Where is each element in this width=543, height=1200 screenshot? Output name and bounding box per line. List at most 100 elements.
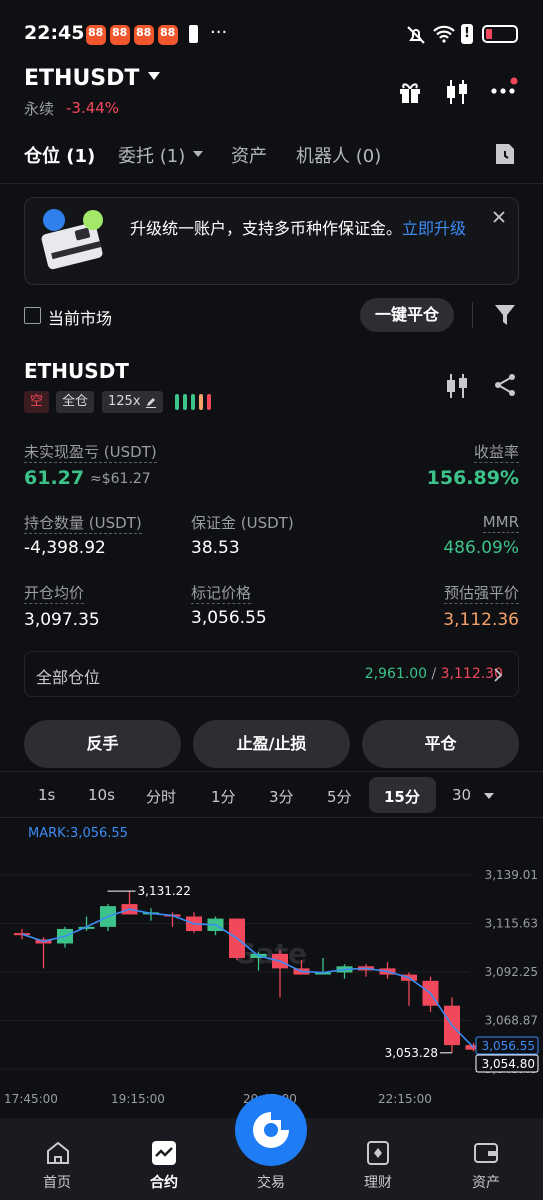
margin-label: 保证金 (USDT) — [191, 514, 294, 532]
entry-price-value: 3,097.35 — [24, 610, 100, 630]
edit-icon[interactable] — [145, 396, 157, 408]
margin-value: 38.53 — [191, 538, 240, 558]
candlestick-icon[interactable] — [444, 78, 470, 106]
more-menu-icon[interactable] — [490, 76, 520, 104]
mute-icon — [407, 26, 425, 44]
earn-icon[interactable] — [366, 1140, 390, 1166]
position-size-value: -4,398.92 — [24, 538, 106, 558]
nav-earn[interactable]: 理财 — [348, 1172, 408, 1192]
tpsl-button[interactable]: 止盈/止损 — [193, 720, 350, 768]
close-position-button[interactable]: 平仓 — [362, 720, 519, 768]
futures-icon[interactable] — [152, 1141, 176, 1165]
mmr-label: MMR — [482, 513, 519, 533]
chart-icon[interactable] — [444, 372, 470, 400]
divider — [0, 183, 543, 184]
x-tick-label: 22:15:00 — [378, 1092, 432, 1106]
candlestick-chart[interactable]: 3,139.013,115.633,092.253,068.873,045.49… — [0, 845, 543, 1115]
entry-price-label: 开仓均价 — [24, 584, 85, 604]
trade-icon — [253, 1112, 289, 1148]
side-badge: 空 — [24, 391, 50, 413]
unrealized-pnl-usd: ≈$61.27 — [90, 471, 151, 487]
chevron-right-icon[interactable] — [494, 668, 502, 682]
current-market-checkbox[interactable] — [24, 307, 41, 324]
mmr-value: 486.09% — [443, 538, 519, 558]
divider — [0, 771, 543, 772]
roe-label: 收益率 — [473, 443, 519, 463]
price-range: 2,961.00 / 3,112.30 — [365, 666, 503, 682]
y-tick-label: 3,068.87 — [485, 1014, 538, 1028]
position-symbol[interactable]: ETHUSDT — [24, 359, 129, 383]
wifi-icon — [433, 25, 455, 43]
notification-app-icon — [134, 25, 154, 45]
battery-alert-icon — [189, 25, 198, 43]
tab-positions[interactable]: 仓位 (1) — [24, 142, 95, 168]
unified-account-illustration — [41, 209, 103, 270]
timeframe-1s[interactable]: 1s — [38, 786, 55, 804]
current-market-label: 当前市场 — [48, 309, 113, 328]
close-icon[interactable] — [492, 210, 506, 224]
y-tick-label: 3,139.01 — [485, 868, 538, 882]
margin-mode-badge[interactable]: 全仓 — [56, 391, 95, 413]
wallet-icon[interactable] — [473, 1141, 499, 1165]
contract-type-label: 永续 — [24, 100, 55, 118]
nav-home[interactable]: 首页 — [27, 1172, 87, 1192]
status-time: 22:45 — [24, 22, 85, 44]
range-separator: / — [431, 666, 437, 682]
timeframe-5m[interactable]: 5分 — [327, 786, 352, 807]
timeframe-15m[interactable]: 15分 — [384, 786, 420, 807]
tab-orders[interactable]: 委托 (1) — [118, 142, 185, 168]
price-change: -3.44% — [66, 99, 120, 117]
mark-price-value: 3,056.55 — [191, 608, 267, 628]
history-record-icon[interactable] — [494, 142, 516, 166]
filter-icon[interactable] — [494, 303, 516, 327]
all-positions-label: 全部仓位 — [36, 668, 101, 687]
banner-text: 升级统一账户，支持多币种作保证金。立即升级 — [130, 217, 490, 241]
position-size-label: 持仓数量 (USDT) — [24, 514, 142, 534]
tab-assets[interactable]: 资产 — [231, 142, 267, 168]
leverage-value: 125x — [108, 394, 141, 409]
liq-price-value: 3,112.36 — [443, 610, 519, 630]
nav-futures[interactable]: 合约 — [134, 1172, 194, 1192]
mark-price-tag: 3,056.55 — [482, 1039, 535, 1053]
low-price-label: 3,053.28 — [385, 1046, 438, 1060]
timeframe-dropdown-icon[interactable] — [484, 793, 494, 799]
last-price-tag: 3,054.80 — [482, 1057, 535, 1071]
reverse-button[interactable]: 反手 — [24, 720, 181, 768]
banner-message: 升级统一账户，支持多币种作保证金。 — [130, 219, 403, 238]
unrealized-pnl-value: 61.27 — [24, 467, 85, 489]
range-low: 2,961.00 — [364, 666, 428, 682]
y-tick-label: 3,092.25 — [485, 965, 538, 979]
notification-app-icon — [86, 25, 106, 45]
orders-dropdown-icon[interactable] — [193, 151, 203, 157]
x-tick-label: 19:15:00 — [111, 1092, 165, 1106]
more-notifications-icon: ··· — [210, 22, 228, 43]
timeframe-3m[interactable]: 3分 — [269, 786, 294, 807]
divider — [0, 817, 543, 818]
battery-icon — [482, 25, 518, 43]
timeframe-1m[interactable]: 1分 — [211, 786, 236, 807]
divider — [472, 302, 473, 328]
gift-icon[interactable] — [397, 79, 423, 105]
mark-price-label: 标记价格 — [191, 584, 252, 604]
timeframe-10s[interactable]: 10s — [88, 786, 115, 804]
trade-fab[interactable] — [235, 1094, 307, 1166]
notification-app-icon — [110, 25, 130, 45]
mark-price-label: MARK:3,056.55 — [28, 826, 128, 841]
nav-trade[interactable]: 交易 — [241, 1172, 301, 1192]
roe-value: 156.89% — [426, 467, 519, 489]
pair-dropdown-icon[interactable] — [148, 72, 160, 80]
close-all-button[interactable]: 一键平仓 — [360, 298, 454, 332]
nav-assets[interactable]: 资产 — [456, 1172, 516, 1192]
timeframe-time[interactable]: 分时 — [146, 786, 176, 807]
share-icon[interactable] — [493, 373, 517, 397]
timeframe-30m[interactable]: 30 — [452, 786, 471, 804]
notification-app-icon — [158, 25, 178, 45]
alert-icon: ! — [461, 24, 473, 44]
tab-bots[interactable]: 机器人 (0) — [296, 142, 381, 168]
x-tick-label: 17:45:00 — [4, 1092, 58, 1106]
high-price-label: 3,131.22 — [138, 884, 191, 898]
y-tick-label: 3,115.63 — [485, 917, 538, 931]
home-icon[interactable] — [45, 1141, 71, 1165]
upgrade-link[interactable]: 立即升级 — [402, 219, 466, 238]
pair-title[interactable]: ETHUSDT — [24, 66, 139, 91]
